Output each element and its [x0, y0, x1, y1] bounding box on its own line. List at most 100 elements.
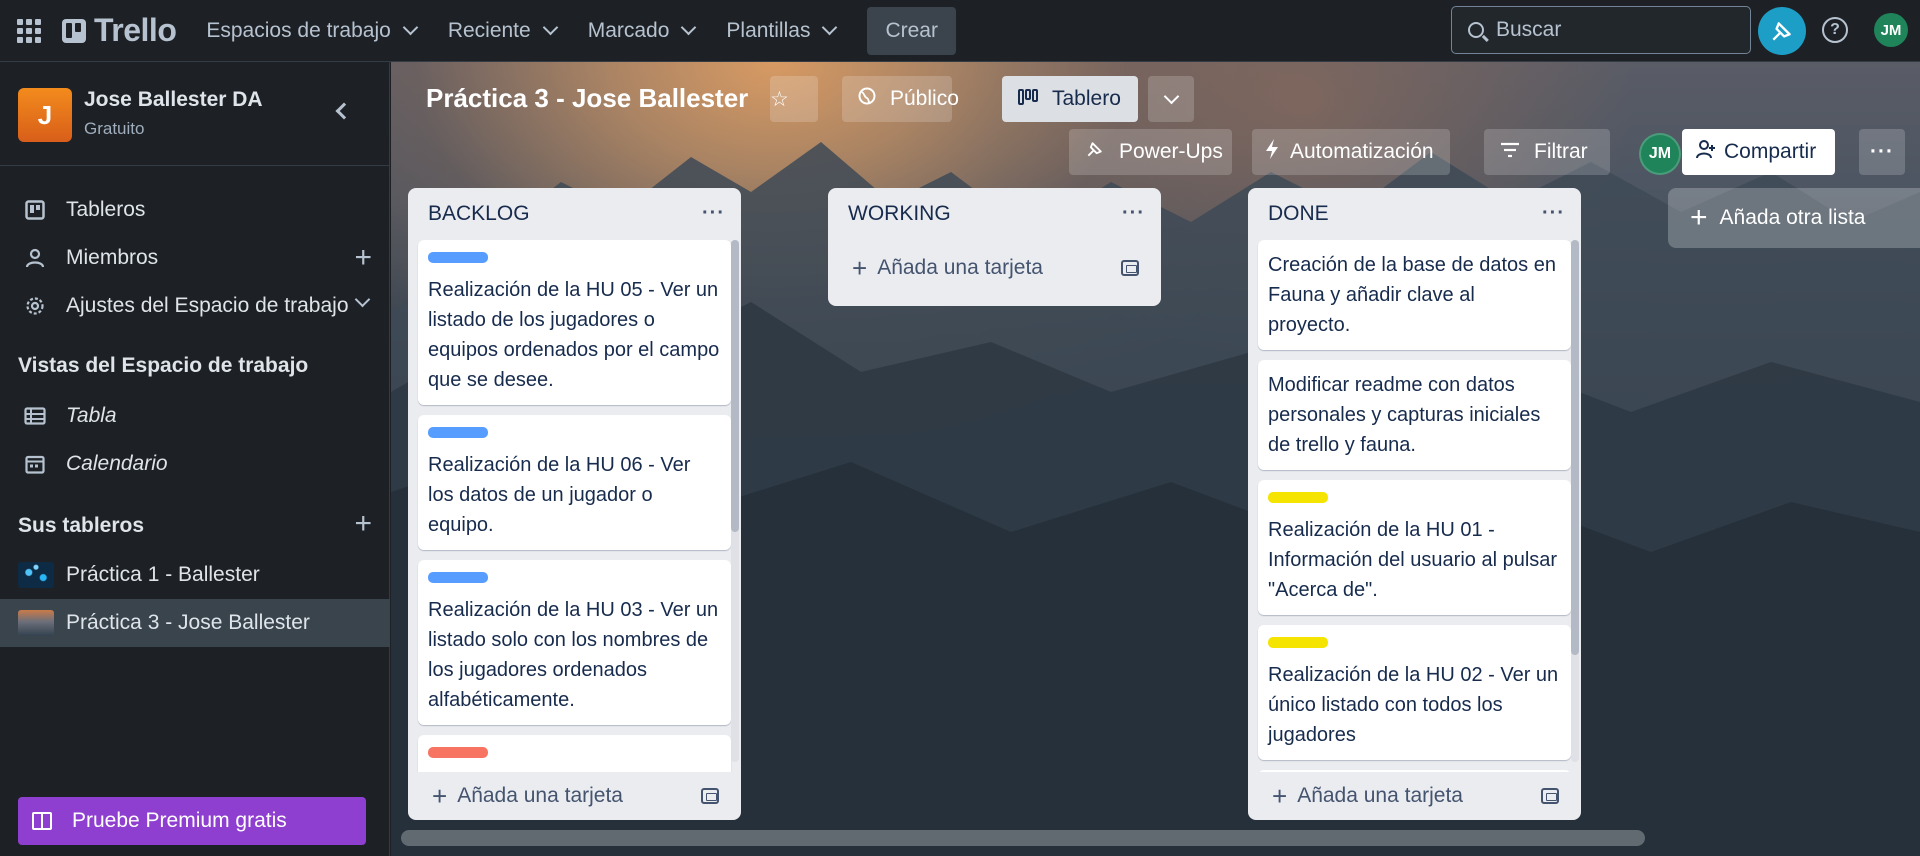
card-template-icon[interactable] [1121, 260, 1139, 276]
card[interactable]: Realización de la HU 03 - Ver un listado… [418, 560, 731, 725]
sidebar-item-members[interactable]: Miembros + [0, 234, 390, 282]
card-label-blue [428, 252, 488, 263]
trello-logo[interactable]: Trello [62, 12, 177, 49]
board-view-icon [1018, 87, 1038, 111]
list-backlog: BACKLOG ··· Realización de la HU 05 - Ve… [408, 188, 741, 820]
visibility-button[interactable]: Público [842, 76, 959, 122]
gift-icon [32, 812, 52, 830]
chevron-down-icon[interactable] [354, 291, 371, 308]
nav-recent[interactable]: Reciente [434, 7, 570, 55]
add-card-button[interactable]: + Añada una tarjeta [828, 244, 1161, 292]
app-switcher-icon[interactable] [16, 18, 42, 44]
sidebar-board-practica-3[interactable]: Práctica 3 - Jose Ballester [0, 599, 390, 647]
card-label-red [428, 747, 488, 758]
view-board-button[interactable]: Tablero [1002, 76, 1138, 122]
card-title: Realización de la HU 01 - Información de… [1268, 519, 1558, 601]
board-horizontal-scrollbar[interactable] [401, 830, 1645, 846]
list-menu-icon[interactable]: ··· [702, 202, 725, 225]
try-premium-button[interactable]: Pruebe Premium gratis [18, 797, 366, 845]
board-member-avatar[interactable]: JM [1639, 133, 1681, 175]
create-button[interactable]: Crear [867, 6, 956, 55]
board-thumbnail [18, 562, 54, 588]
sidebar-item-calendar[interactable]: Calendario [0, 440, 390, 488]
board-label: Práctica 3 - Jose Ballester [66, 611, 310, 634]
brand-name: Trello [94, 12, 177, 48]
card[interactable]: Modificar readme con datos personales y … [1258, 360, 1571, 470]
workspace-name: Jose Ballester DA [84, 88, 263, 111]
search-input[interactable]: Buscar [1451, 6, 1751, 54]
add-member-icon[interactable]: + [354, 241, 372, 275]
card-template-icon[interactable] [1541, 788, 1559, 804]
chevron-down-icon [681, 19, 697, 36]
person-icon [24, 247, 46, 269]
list-title: WORKING [848, 202, 951, 225]
list-scrollbar[interactable] [1571, 240, 1579, 655]
card-label-yellow [1268, 492, 1328, 503]
search-icon [1468, 22, 1484, 38]
add-card-label: Añada una tarjeta [1297, 784, 1463, 807]
power-ups-button[interactable]: Power-Ups [1069, 129, 1232, 175]
plus-icon: + [852, 252, 868, 283]
sidebar-item-settings[interactable]: Ajustes del Espacio de trabajo [0, 282, 390, 330]
sparkle-icon[interactable] [1758, 7, 1806, 55]
add-card-button[interactable]: + Añada una tarjeta [1248, 772, 1581, 820]
share-label: Compartir [1724, 140, 1817, 163]
view-switcher-button[interactable] [1148, 76, 1194, 122]
list-header[interactable]: DONE ··· [1248, 188, 1581, 240]
search-placeholder: Buscar [1496, 18, 1562, 41]
automation-button[interactable]: Automatización [1252, 129, 1450, 175]
gear-icon [24, 295, 46, 317]
rocket-icon [1085, 139, 1105, 165]
board-menu-button[interactable]: ··· [1859, 129, 1905, 175]
add-card-label: Añada una tarjeta [877, 256, 1043, 279]
view-label: Tablero [1052, 87, 1121, 110]
filter-label: Filtrar [1534, 140, 1588, 163]
nav-label: Espacios de trabajo [206, 18, 391, 42]
chevron-down-icon [542, 19, 558, 36]
user-avatar[interactable]: JM [1874, 13, 1908, 47]
plus-icon: + [432, 780, 448, 811]
nav-workspaces[interactable]: Espacios de trabajo [192, 7, 429, 55]
sidebar-board-practica-1[interactable]: Práctica 1 - Ballester [0, 551, 390, 599]
share-button[interactable]: Compartir [1682, 129, 1835, 175]
list-menu-icon[interactable]: ··· [1122, 202, 1145, 225]
add-board-icon[interactable]: + [354, 509, 372, 539]
sidebar-item-label: Tableros [66, 198, 146, 221]
sidebar-item-table[interactable]: Tabla [0, 392, 390, 440]
add-list-button[interactable]: + Añada otra lista [1668, 188, 1920, 248]
card[interactable] [418, 735, 731, 772]
board-icon [24, 199, 46, 221]
card[interactable]: Realización de la HU 01 - Información de… [1258, 480, 1571, 615]
filter-icon [1500, 140, 1520, 164]
card[interactable]: Creación de la base de datos en Fauna y … [1258, 240, 1571, 350]
card[interactable]: Realización de la HU 05 - Ver un listado… [418, 240, 731, 405]
card[interactable]: Realización de la HU 06 - Ver los datos … [418, 415, 731, 550]
add-list-label: Añada otra lista [1719, 206, 1866, 229]
nav-starred[interactable]: Marcado [574, 7, 709, 55]
add-card-button[interactable]: + Añada una tarjeta [408, 772, 741, 820]
help-icon[interactable]: ? [1822, 17, 1848, 43]
list-working: WORKING ··· + Añada una tarjeta [828, 188, 1161, 306]
collapse-sidebar-icon[interactable] [335, 102, 353, 120]
sidebar-item-boards[interactable]: Tableros [0, 186, 390, 234]
sidebar-item-label: Ajustes del Espacio de trabajo [66, 294, 349, 317]
list-header[interactable]: WORKING ··· [828, 188, 1161, 240]
star-board-button[interactable]: ☆ [770, 76, 818, 122]
list-scrollbar[interactable] [731, 240, 739, 532]
board-label: Práctica 1 - Ballester [66, 563, 260, 586]
board-title[interactable]: Práctica 3 - Jose Ballester [426, 83, 748, 114]
workspace-views-heading: Vistas del Espacio de trabajo [18, 354, 309, 377]
sidebar-item-label: Miembros [66, 246, 159, 269]
list-menu-icon[interactable]: ··· [1542, 202, 1565, 225]
nav-templates[interactable]: Plantillas [712, 7, 849, 55]
power-ups-label: Power-Ups [1119, 140, 1223, 163]
nav-label: Plantillas [726, 18, 811, 42]
list-title: BACKLOG [428, 202, 530, 225]
chevron-down-icon [402, 19, 419, 36]
card-template-icon[interactable] [701, 788, 719, 804]
card-label-yellow [1268, 637, 1328, 648]
trello-logo-icon [62, 18, 86, 43]
filter-button[interactable]: Filtrar [1484, 129, 1610, 175]
card[interactable]: Realización de la HU 02 - Ver un único l… [1258, 625, 1571, 760]
list-header[interactable]: BACKLOG ··· [408, 188, 741, 240]
